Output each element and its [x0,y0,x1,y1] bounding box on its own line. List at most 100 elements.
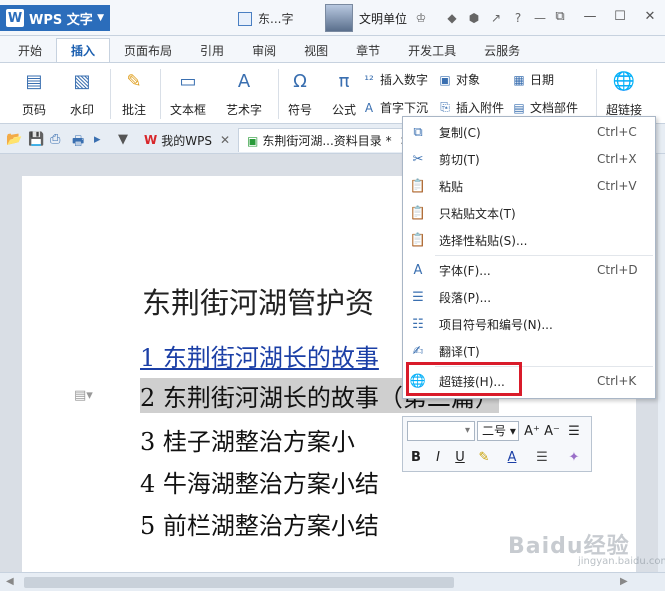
scroll-left-icon[interactable]: ◀ [6,576,14,587]
cube-icon[interactable]: ⬢ [466,10,482,26]
scroll-right-icon[interactable]: ▶ [620,576,628,587]
restore-icon[interactable]: ⧉ [545,4,575,28]
paragraph-icon: ☰ [412,289,424,305]
format-painter-icon[interactable]: ✦ [565,447,583,467]
app-menu-button[interactable]: W WPS 文字 ▼ [0,5,110,31]
vertical-scrollbar[interactable] [658,154,665,572]
font-size-select[interactable]: 二号 ▾ [477,421,519,441]
object-icon: ▣ [439,72,451,87]
menu-item-shortcut: Ctrl+V [597,179,637,193]
tab-chapter[interactable]: 章节 [342,38,394,62]
menu-item-shortcut: Ctrl+K [597,374,637,388]
italic-button[interactable]: I [429,447,447,467]
wordart-button[interactable]: A 艺术字 [226,69,262,118]
save-icon[interactable]: 💾 [28,132,44,147]
line-spacing-icon[interactable]: ☰ [565,421,583,441]
menu-item-paste[interactable]: 📋 粘贴 Ctrl+V [403,173,655,199]
document-line: 3 桂子湖整治方案小 [140,428,355,456]
menu-item-copy[interactable]: ⧉ 复制(C) Ctrl+C [403,119,655,145]
ribbon-tabs: 开始 插入 页面布局 引用 审阅 视图 章节 开发工具 云服务 [0,36,665,62]
mini-format-toolbar: ▾ 二号 ▾ A⁺ A⁻ ☰ B I U ✎ A ☰ ✦ [402,416,592,472]
share-icon[interactable]: ↗ [488,10,504,26]
shrink-font-icon[interactable]: A⁻ [543,421,561,441]
hyperlink-ribbon-button[interactable]: 🌐 超链接 [606,69,642,118]
translate-icon: ✍ [412,343,424,359]
wordart-label: 艺术字 [226,103,263,117]
menu-item-paste-text[interactable]: 📋 只粘贴文本(T) [403,200,655,226]
font-name-select[interactable]: ▾ [407,421,475,441]
close-icon[interactable]: ✕ [635,4,665,28]
tab-developer[interactable]: 开发工具 [394,38,470,62]
page-number-icon: ▤ [25,70,43,92]
formula-button[interactable]: π 公式 [332,69,356,118]
menu-item-bullets[interactable]: ☷ 项目符号和编号(N)... [403,311,655,337]
window-doc-title[interactable]: 东...字 [238,10,293,27]
doc-parts-button[interactable]: ▤ 文档部件 [512,99,578,116]
insert-attachment-button[interactable]: ⎘ 插入附件 [438,99,504,116]
underline-button[interactable]: U [451,447,469,467]
dropdown-icon[interactable]: ▼ [118,132,128,147]
user-name: 文明单位 [359,11,408,26]
number-icon: ¹² [364,72,374,87]
chevron-down-icon: ▼ [97,13,104,23]
insert-number-button[interactable]: ¹² 插入数字 [362,71,428,88]
open-folder-icon[interactable]: 📂 [6,132,22,147]
tab-active-document-label: 东荆街河湖...资料目录 * [262,134,392,148]
grow-font-icon[interactable]: A⁺ [523,421,541,441]
ribbon-insert: ▤ 页码 ▧ 水印 ✎ 批注 ▭ 文本框 A 艺术字 Ω 符号 π 公式 ¹² … [0,62,665,124]
tab-insert[interactable]: 插入 [56,38,111,62]
title-bar: W WPS 文字 ▼ 东...字 文明单位 ♔ ◆ ⬢ ↗ ? — ⧉ — ☐ … [0,0,665,36]
document-line: 5 前栏湖整治方案小结 [140,512,379,540]
drop-cap-icon: A [364,100,374,115]
print-icon[interactable]: 🖶 [72,132,84,154]
menu-item-label: 项目符号和编号(N)... [439,317,553,332]
menu-item-translate[interactable]: ✍ 翻译(T) [403,338,655,364]
tab-my-wps[interactable]: W 我的WPS ✕ [136,128,238,152]
user-account[interactable]: 文明单位 ♔ [325,4,429,32]
scroll-thumb[interactable] [24,577,454,588]
menu-item-cut[interactable]: ✂ 剪切(T) Ctrl+X [403,146,655,172]
document-line-link[interactable]: 1 东荆街河湖长的故事 [140,338,379,373]
paragraph-handle-icon[interactable]: ▤▾ [74,388,93,403]
tab-cloud[interactable]: 云服务 [470,38,534,62]
help-icon[interactable]: ? [510,10,526,26]
globe-link-icon: 🌐 [612,70,636,92]
close-icon[interactable]: ✕ [220,133,230,147]
watermark-button[interactable]: ▧ 水印 [70,69,94,118]
drop-cap-button[interactable]: A 首字下沉 [362,99,428,116]
minimize-icon[interactable]: — [575,4,605,28]
page-number-button[interactable]: ▤ 页码 [22,69,46,118]
calendar-icon: ▦ [513,72,525,87]
maximize-icon[interactable]: ☐ [605,4,635,28]
more-actions-icon[interactable]: ▸ [94,132,101,147]
skin-icon[interactable]: ◆ [444,10,460,26]
avatar[interactable] [325,4,353,32]
menu-item-font[interactable]: A 字体(F)... Ctrl+D [403,257,655,283]
symbol-button[interactable]: Ω 符号 [288,69,312,118]
crown-icon[interactable]: ♔ [413,10,429,26]
menu-item-paste-special[interactable]: 📋 选择性粘贴(S)... [403,227,655,253]
document-icon [238,11,252,26]
horizontal-scrollbar[interactable]: ◀ ▶ [0,572,665,591]
menu-item-paragraph[interactable]: ☰ 段落(P)... [403,284,655,310]
wordart-icon: A [237,70,251,92]
highlighter-icon[interactable]: ✎ [475,447,493,467]
menu-item-label: 选择性粘贴(S)... [439,233,528,248]
wps-logo-icon: W [144,133,158,147]
align-icon[interactable]: ☰ [533,447,551,467]
comment-button[interactable]: ✎ 批注 [122,69,146,118]
wps-logo-icon: W [6,9,24,27]
font-color-icon[interactable]: A [503,447,521,467]
tab-page-layout[interactable]: 页面布局 [110,38,186,62]
textbox-button[interactable]: ▭ 文本框 [170,69,206,118]
print-preview-icon[interactable]: ⎙ [50,132,60,147]
tab-review[interactable]: 审阅 [238,38,290,62]
date-button[interactable]: ▦ 日期 [512,71,554,88]
tab-home[interactable]: 开始 [4,38,56,62]
bold-button[interactable]: B [407,447,425,467]
tab-active-document[interactable]: ▣ 东荆街河湖...资料目录 * ✕ [238,128,419,152]
object-button[interactable]: ▣ 对象 [438,71,480,88]
tab-view[interactable]: 视图 [290,38,342,62]
object-label: 对象 [456,73,481,87]
tab-references[interactable]: 引用 [186,38,238,62]
